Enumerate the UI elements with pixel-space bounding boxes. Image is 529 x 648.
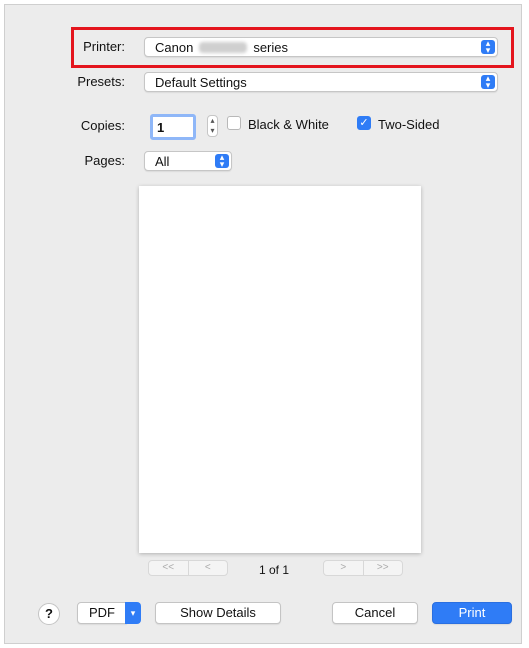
presets-select[interactable]: Default Settings ▴ ▾: [144, 72, 498, 92]
pages-select[interactable]: All ▴ ▾: [144, 151, 232, 171]
previous-page-button[interactable]: <: [187, 561, 228, 575]
copies-stepper[interactable]: ▴ ▾: [207, 115, 218, 137]
page-indicator: 1 of 1: [259, 563, 290, 577]
preview-forward-nav: > >>: [323, 560, 403, 576]
preview-back-nav: << <: [148, 560, 228, 576]
next-page-button[interactable]: >: [324, 561, 363, 575]
last-page-button[interactable]: >>: [362, 561, 403, 575]
two-sided-label: Two-Sided: [378, 117, 440, 132]
printer-value-suffix: series: [253, 40, 288, 55]
printer-select[interactable]: Canon series ▴ ▾: [144, 37, 498, 57]
chevron-updown-icon: ▴ ▾: [481, 39, 495, 55]
printer-model-redacted: [199, 42, 248, 53]
copies-input[interactable]: 1: [150, 114, 196, 140]
show-details-button[interactable]: Show Details: [155, 602, 281, 624]
help-button[interactable]: ?: [38, 603, 60, 625]
printer-value-prefix: Canon: [155, 40, 194, 55]
pdf-button[interactable]: PDF: [77, 602, 127, 624]
print-preview: [139, 186, 421, 553]
copies-label: Copies:: [80, 118, 125, 133]
checkmark-icon: ✓: [359, 117, 369, 129]
pdf-menu-button[interactable]: ▾: [125, 602, 141, 624]
copies-value: 1: [157, 120, 165, 135]
printer-value: Canon series: [155, 40, 288, 55]
print-dialog: Printer: Canon series ▴ ▾ Presets: Default…: [4, 4, 522, 644]
two-sided-checkbox[interactable]: ✓: [357, 116, 371, 130]
black-white-checkbox[interactable]: [227, 116, 241, 130]
chevron-updown-icon: ▴ ▾: [481, 74, 495, 90]
pages-value: All: [155, 154, 170, 169]
presets-label: Presets:: [77, 74, 125, 89]
pages-label: Pages:: [84, 153, 125, 168]
presets-value: Default Settings: [155, 75, 247, 90]
printer-label: Printer:: [83, 39, 125, 54]
black-white-label: Black & White: [248, 117, 329, 132]
cancel-button[interactable]: Cancel: [332, 602, 418, 624]
print-button[interactable]: Print: [432, 602, 512, 624]
chevron-updown-icon: ▴ ▾: [215, 153, 229, 169]
chevron-down-icon: ▾: [130, 608, 136, 618]
first-page-button[interactable]: <<: [149, 561, 188, 575]
